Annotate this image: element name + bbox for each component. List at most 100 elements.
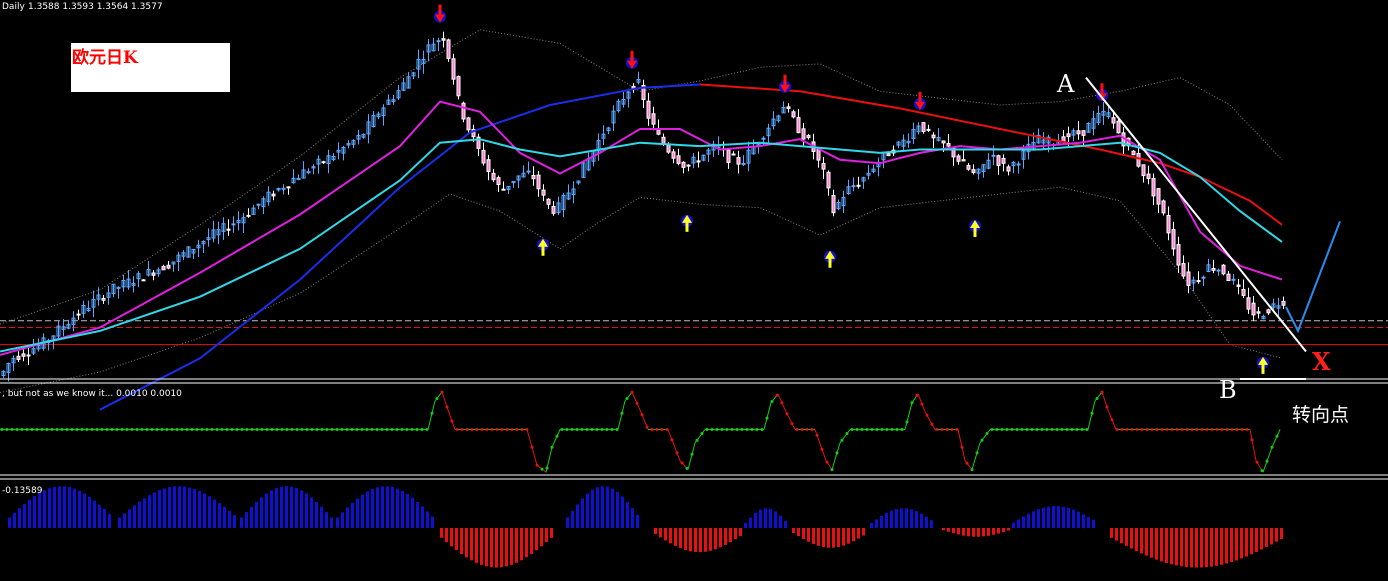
candle-body [971,169,976,173]
histogram-bar [1240,528,1243,559]
histogram-bar [797,528,800,537]
histogram-bar [356,498,359,528]
indicator1-dot [855,428,859,431]
indicator1-dot [665,428,669,431]
indicator1-dot [770,400,774,403]
histogram-bar [957,528,960,535]
indicator1-dot [330,428,334,431]
indicator1-dot [1275,434,1279,438]
indicator1-dot [455,428,459,431]
indicator1-dot [110,428,114,431]
histogram-bar [213,499,216,528]
candle-body [761,137,766,140]
indicator1-dot [1000,428,1004,431]
indicator1-dot [380,428,384,431]
candle-body [281,187,286,190]
candle-body [526,170,531,173]
point-a-label: A [1056,70,1075,98]
histogram-bar [48,488,51,528]
histogram-bar [576,504,579,528]
histogram-bar [520,528,523,561]
histogram-bar [310,497,313,528]
indicator1-dot [975,451,979,455]
indicator1-dot [270,428,274,431]
histogram-bar [295,488,298,528]
indicator1-dot [640,413,644,417]
histogram-bar [421,506,424,528]
candle-body [26,354,31,357]
indicator1-dot [940,428,944,431]
indicator1-dot [745,428,749,431]
indicator1-dot [615,428,619,431]
indicator1-dot [1245,428,1249,431]
indicator1-dot [1200,428,1204,431]
candle-body [1001,157,1006,164]
histogram-bar [1245,528,1248,557]
histogram-bar [704,528,707,552]
histogram-bar [734,528,737,540]
candle-body [1236,284,1241,287]
candle-body [646,100,651,119]
indicator1-dot [670,438,674,442]
indicator1-dot [920,402,924,406]
histogram-bar [406,494,409,528]
indicator1-dot [810,428,814,431]
arrow-shaft [1261,363,1265,374]
indicator1-dot [600,428,604,431]
indicator1-dot [1235,428,1239,431]
histogram-bar [571,510,574,528]
indicator1-dot [445,405,449,409]
histogram-bar [525,528,528,558]
indicator1-dot [75,428,79,431]
histogram-bar [510,528,513,565]
histogram-bar [1200,528,1203,568]
indicator1-dot [365,428,369,431]
indicator1-dot [990,428,994,431]
indicator1-dot [755,428,759,431]
histogram-bar [1150,528,1153,558]
candle-body [76,313,81,316]
histogram-bar [128,509,131,528]
indicator1-dot [890,428,894,431]
candle-body [1141,164,1146,177]
indicator1-dot [870,428,874,431]
histogram-bar [925,516,928,528]
indicator1-dot [280,428,284,431]
indicator1-dot [440,390,444,394]
histogram-bar [366,491,369,528]
histogram-bar [1110,528,1113,538]
indicator1-dot [1190,428,1194,431]
candle-body [21,353,26,357]
candle-body [921,122,926,132]
histogram-bar [784,520,787,528]
indicator1-dot [1195,428,1199,431]
candle-body [681,161,686,168]
indicator1-dot [720,428,724,431]
histogram-bar [401,490,404,528]
histogram-bar [1190,528,1193,568]
histogram-bar [290,486,293,528]
histogram-bar [744,523,747,528]
histogram-bar [812,528,815,545]
histogram-bar [807,528,810,542]
indicator1-dot [710,428,714,431]
candle-body [1251,302,1256,316]
indicator1-dot [15,428,19,431]
indicator1-dot [1080,428,1084,431]
candle-body [541,189,546,196]
indicator1-dot [970,468,974,472]
indicator1-dot [190,428,194,431]
candle-body [321,161,326,164]
indicator1-dot [550,445,554,449]
indicator1-dot [160,428,164,431]
indicator1-dot [1155,428,1159,431]
histogram-bar [636,514,639,528]
indicator1-dot [435,397,439,400]
candle-body [1116,120,1121,134]
indicator1-dot [965,461,969,465]
histogram-bar [43,490,46,528]
indicator1-dot [840,438,844,442]
indicator1-dot [390,428,394,431]
indicator1-dot [135,428,139,431]
candle-body [161,265,166,271]
